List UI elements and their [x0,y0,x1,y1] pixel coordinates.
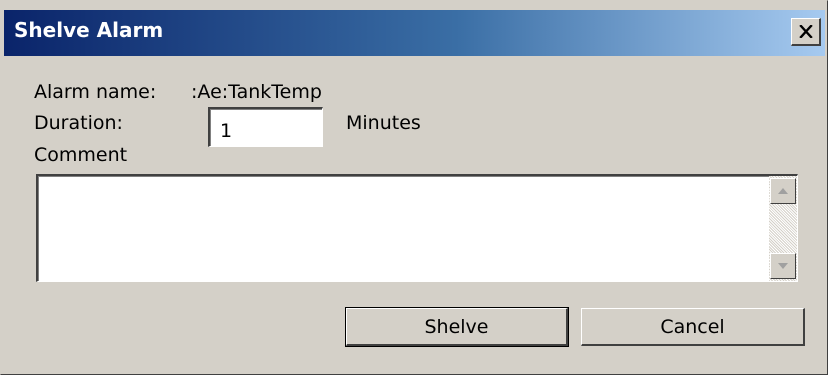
alarm-name-label: Alarm name: [34,81,157,103]
comment-scrollbar[interactable] [769,176,797,281]
close-icon [798,25,813,38]
alarm-name-value: :Ae:TankTemp [191,81,322,103]
duration-unit-label: Minutes [346,112,421,134]
window-title: Shelve Alarm [14,18,164,42]
scroll-up-arrow-icon [778,188,788,194]
duration-label: Duration: [34,112,123,134]
scroll-down-arrow-icon [778,263,788,269]
title-bar[interactable]: Shelve Alarm [4,10,825,56]
scroll-up-button[interactable] [770,178,796,204]
scroll-down-button[interactable] [770,253,796,279]
shelve-alarm-dialog: Shelve Alarm Alarm name: :Ae:TankTemp Du… [0,0,828,375]
close-button[interactable] [791,18,821,46]
shelve-button[interactable]: Shelve [345,307,569,347]
comment-textarea[interactable] [36,174,798,282]
comment-label: Comment [34,144,128,166]
duration-input[interactable] [208,107,323,147]
cancel-button[interactable]: Cancel [581,308,805,346]
